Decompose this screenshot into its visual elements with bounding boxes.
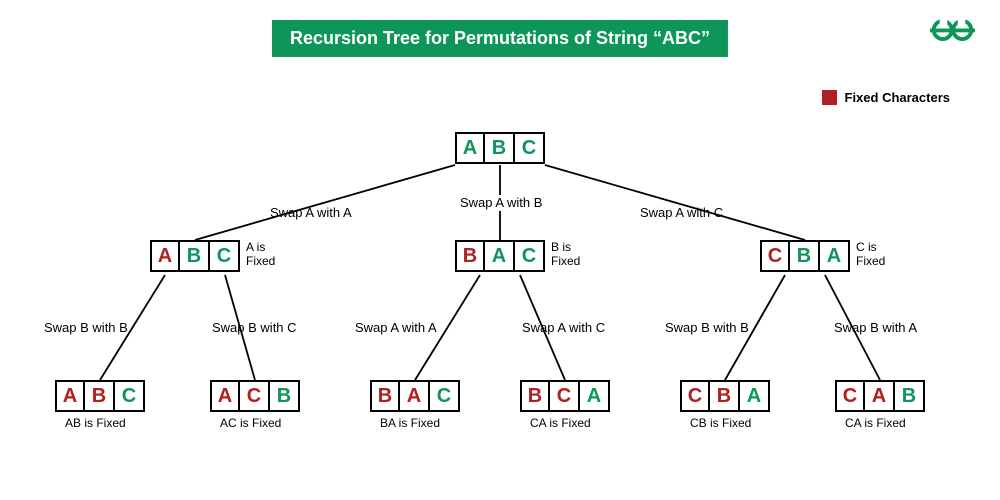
below-label-l2-3: CA is Fixed [530,416,591,430]
cell: C [680,380,710,412]
cell: A [400,380,430,412]
edge-label-l1-0: Swap A with A [270,205,352,221]
below-label-l2-5: CA is Fixed [845,416,906,430]
cell: B [370,380,400,412]
cell: B [895,380,925,412]
cell: B [85,380,115,412]
cell: C [240,380,270,412]
cell: A [865,380,895,412]
below-label-l2-1: AC is Fixed [220,416,281,430]
site-logo [930,15,975,50]
cell: B [710,380,740,412]
cell: C [515,132,545,164]
node-root: ABC [455,132,545,164]
below-label-l2-0: AB is Fixed [65,416,126,430]
node-l2-1: ACB [210,380,300,412]
cell: A [455,132,485,164]
cell: C [550,380,580,412]
edge-label-l2-3: Swap A with C [522,320,605,336]
edge-label-l2-5: Swap B with A [834,320,917,336]
cell: A [485,240,515,272]
cell: A [740,380,770,412]
edge-label-l1-1: Swap A with B [460,195,542,211]
edge-label-l2-2: Swap A with A [355,320,437,336]
cell: B [455,240,485,272]
node-l1-2: CBA [760,240,850,272]
node-l2-5: CAB [835,380,925,412]
side-label-l1-1: B isFixed [551,240,580,269]
cell: A [210,380,240,412]
cell: A [580,380,610,412]
node-l1-0: ABC [150,240,240,272]
cell: B [485,132,515,164]
cell: C [835,380,865,412]
legend-swatch [822,90,837,105]
cell: C [210,240,240,272]
node-l1-1: BAC [455,240,545,272]
edge-label-l2-0: Swap B with B [44,320,128,336]
page-title: Recursion Tree for Permutations of Strin… [272,20,728,57]
cell: C [115,380,145,412]
cell: B [180,240,210,272]
below-label-l2-4: CB is Fixed [690,416,751,430]
cell: B [790,240,820,272]
node-l2-2: BAC [370,380,460,412]
side-label-l1-2: C isFixed [856,240,885,269]
node-l2-4: CBA [680,380,770,412]
edge-label-l2-4: Swap B with B [665,320,749,336]
edge-label-l1-2: Swap A with C [640,205,723,221]
cell: A [150,240,180,272]
cell: B [270,380,300,412]
node-l2-0: ABC [55,380,145,412]
legend: Fixed Characters [822,90,951,105]
below-label-l2-2: BA is Fixed [380,416,440,430]
cell: B [520,380,550,412]
side-label-l1-0: A isFixed [246,240,275,269]
cell: C [760,240,790,272]
cell: A [820,240,850,272]
geeksforgeeks-icon [930,15,975,45]
legend-label: Fixed Characters [845,90,951,105]
cell: C [515,240,545,272]
node-l2-3: BCA [520,380,610,412]
cell: C [430,380,460,412]
cell: A [55,380,85,412]
edge-label-l2-1: Swap B with C [212,320,297,336]
